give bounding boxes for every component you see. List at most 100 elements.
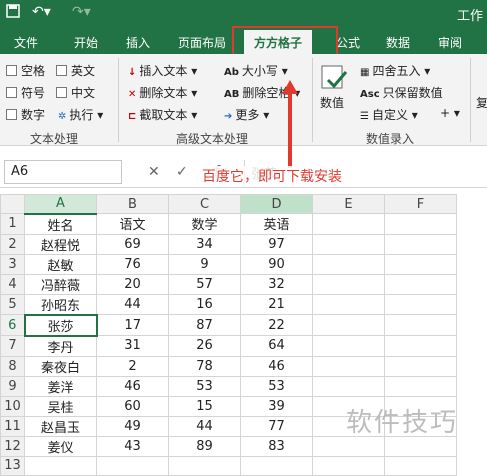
table-cell[interactable]: 87	[168, 314, 241, 336]
table-cell[interactable]	[312, 355, 385, 377]
row-header[interactable]: 11	[0, 415, 25, 437]
table-cell[interactable]: 孙昭东	[24, 293, 97, 315]
table-cell[interactable]: 78	[168, 355, 241, 377]
row-header[interactable]: 8	[0, 355, 25, 377]
copy-button[interactable]: 复	[476, 94, 487, 111]
row-header[interactable]: 10	[0, 395, 25, 417]
table-cell[interactable]: 32	[240, 273, 313, 295]
custom-button[interactable]: ☰ 自定义 ▾	[360, 106, 418, 123]
row-header[interactable]: 5	[0, 293, 25, 315]
table-cell[interactable]	[312, 314, 385, 336]
table-cell[interactable]: 89	[168, 435, 241, 457]
table-cell[interactable]: 15	[168, 395, 241, 417]
save-icon[interactable]	[6, 4, 20, 22]
insert-text-button[interactable]: ↓ 插入文本 ▾	[128, 62, 197, 79]
more-button[interactable]: ➔ 更多 ▾	[224, 106, 269, 123]
table-cell[interactable]	[384, 293, 457, 315]
checkbox-number[interactable]: 数字	[6, 106, 45, 123]
table-cell[interactable]: 49	[96, 415, 169, 437]
table-cell[interactable]	[384, 253, 457, 275]
table-cell[interactable]: 53	[168, 375, 241, 397]
table-cell[interactable]	[312, 253, 385, 275]
name-box[interactable]: A6	[4, 160, 122, 184]
table-cell[interactable]: 姓名	[24, 213, 97, 235]
table-cell[interactable]: 22	[240, 314, 313, 336]
table-cell[interactable]: 76	[96, 253, 169, 275]
column-header-f[interactable]: F	[384, 194, 457, 214]
table-cell[interactable]: 60	[96, 395, 169, 417]
row-header[interactable]: 7	[0, 335, 25, 357]
table-cell[interactable]: 17	[96, 314, 169, 336]
row-header[interactable]: 12	[0, 435, 25, 457]
table-cell[interactable]: 26	[168, 335, 241, 357]
row-header[interactable]: 2	[0, 233, 25, 255]
table-cell[interactable]	[384, 335, 457, 357]
row-header[interactable]: 1	[0, 213, 25, 235]
table-cell[interactable]: 吴桂	[24, 395, 97, 417]
table-cell[interactable]: 46	[96, 375, 169, 397]
table-cell[interactable]: 赵敏	[24, 253, 97, 275]
table-cell[interactable]	[312, 335, 385, 357]
table-cell[interactable]: 9	[168, 253, 241, 275]
table-cell[interactable]: 赵程悦	[24, 233, 97, 255]
table-cell[interactable]	[312, 233, 385, 255]
table-cell[interactable]	[312, 293, 385, 315]
checkbox-symbol[interactable]: 符号	[6, 84, 45, 101]
row-header[interactable]: 4	[0, 273, 25, 295]
table-cell[interactable]: 34	[168, 233, 241, 255]
table-cell[interactable]	[312, 435, 385, 457]
table-cell[interactable]: 77	[240, 415, 313, 437]
table-cell[interactable]: 44	[168, 415, 241, 437]
table-cell[interactable]: 姜仪	[24, 435, 97, 457]
delete-text-button[interactable]: ✕ 删除文本 ▾	[128, 84, 197, 101]
table-cell[interactable]: 39	[240, 395, 313, 417]
table-cell[interactable]: 90	[240, 253, 313, 275]
tab-file[interactable]: 文件	[14, 34, 38, 51]
checkbox-chinese[interactable]: 中文	[56, 84, 95, 101]
table-cell[interactable]: 69	[96, 233, 169, 255]
row-header[interactable]: 6	[0, 314, 25, 336]
numeric-button[interactable]: 数值	[320, 94, 344, 111]
table-cell[interactable]	[312, 273, 385, 295]
enter-icon[interactable]: ✓	[176, 164, 188, 180]
row-header[interactable]: 3	[0, 253, 25, 275]
table-cell[interactable]	[384, 233, 457, 255]
column-header-c[interactable]: C	[168, 194, 241, 214]
case-button[interactable]: Ab 大小写 ▾	[224, 62, 288, 79]
checkbox-english[interactable]: 英文	[56, 62, 95, 79]
extract-text-button[interactable]: ⊏ 截取文本 ▾	[128, 106, 197, 123]
tab-review[interactable]: 审阅	[438, 34, 462, 51]
table-cell[interactable]: 57	[168, 273, 241, 295]
column-header-e[interactable]: E	[312, 194, 385, 214]
redo-icon[interactable]: ↷▾	[72, 4, 91, 20]
table-cell[interactable]: 冯醉薇	[24, 273, 97, 295]
table-cell[interactable]: 31	[96, 335, 169, 357]
checkbox-space[interactable]: 空格	[6, 62, 45, 79]
row-header[interactable]: 9	[0, 375, 25, 397]
tab-formulas[interactable]: 公式	[336, 34, 360, 51]
corner-cell[interactable]	[0, 194, 25, 214]
table-cell[interactable]: 64	[240, 335, 313, 357]
table-cell[interactable]: 16	[168, 293, 241, 315]
table-cell[interactable]	[312, 213, 385, 235]
table-cell[interactable]: 秦夜白	[24, 355, 97, 377]
column-header-d[interactable]: D	[240, 194, 313, 214]
table-cell[interactable]	[384, 375, 457, 397]
table-cell[interactable]: 44	[96, 293, 169, 315]
table-cell[interactable]: 李丹	[24, 335, 97, 357]
selected-cell[interactable]: 张莎	[23, 313, 98, 337]
column-header-a[interactable]: A	[24, 194, 97, 215]
plus-icon[interactable]: + ▾	[440, 106, 460, 120]
table-cell[interactable]: 赵昌玉	[24, 415, 97, 437]
table-cell[interactable]: 83	[240, 435, 313, 457]
table-cell[interactable]: 43	[96, 435, 169, 457]
table-cell[interactable]	[384, 435, 457, 457]
table-cell[interactable]: 46	[240, 355, 313, 377]
execute-button[interactable]: ✲ 执行 ▾	[58, 106, 103, 123]
table-cell[interactable]: 53	[240, 375, 313, 397]
table-cell[interactable]: 语文	[96, 213, 169, 235]
tab-insert[interactable]: 插入	[126, 34, 150, 51]
table-cell[interactable]: 姜洋	[24, 375, 97, 397]
table-cell[interactable]	[384, 314, 457, 336]
tab-page-layout[interactable]: 页面布局	[178, 34, 226, 51]
